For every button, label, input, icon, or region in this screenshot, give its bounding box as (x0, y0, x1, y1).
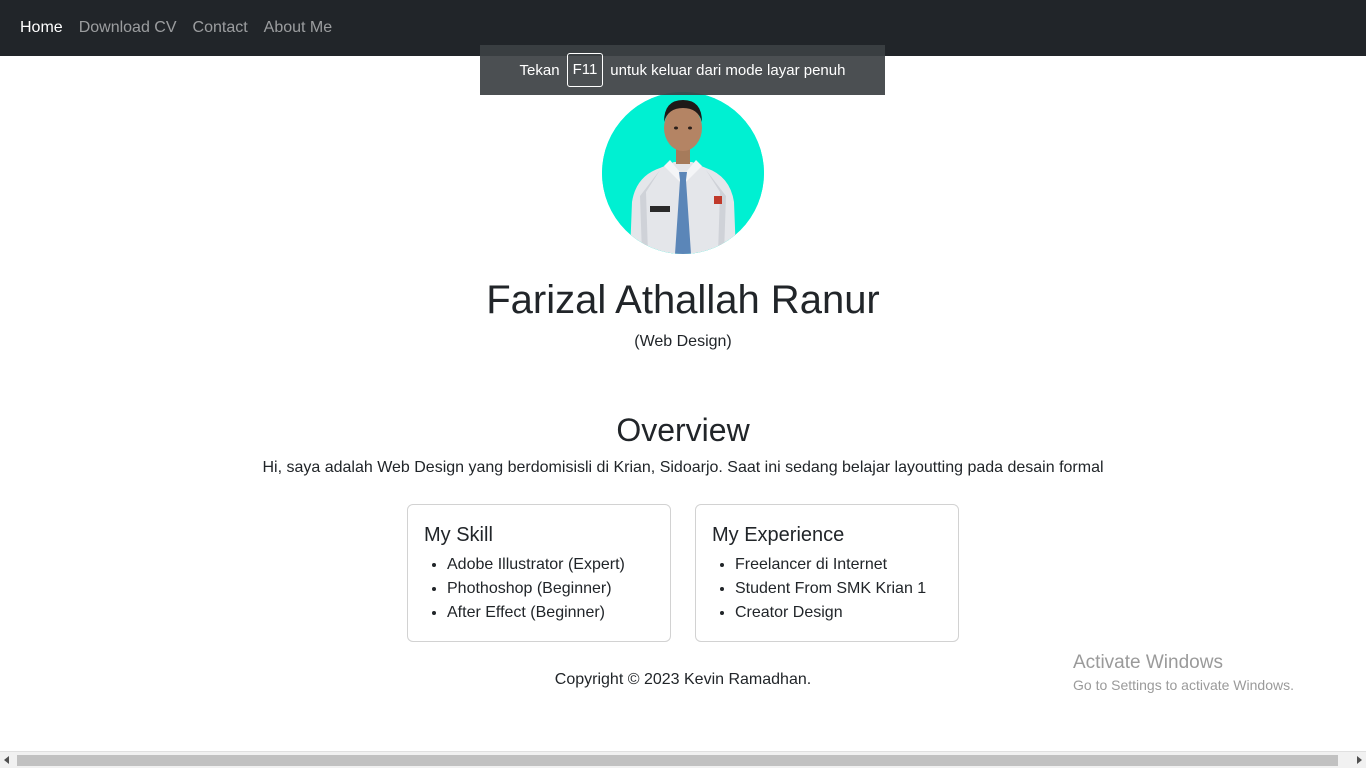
nav-download-cv-link[interactable]: Download CV (79, 19, 177, 37)
experience-card: My Experience Freelancer di Internet Stu… (695, 504, 959, 642)
activate-windows-watermark: Activate Windows Go to Settings to activ… (1073, 651, 1294, 695)
nav-contact-link[interactable]: Contact (193, 19, 248, 37)
experience-list: Freelancer di Internet Student From SMK … (712, 553, 942, 625)
profile-role: (Web Design) (634, 333, 732, 350)
horizontal-scrollbar[interactable] (0, 751, 1366, 768)
skills-list: Adobe Illustrator (Expert) Phothoshop (B… (424, 553, 654, 625)
experience-title: My Experience (712, 524, 845, 546)
experience-item: Creator Design (735, 601, 942, 625)
fullscreen-notice-suffix: untuk keluar dari mode layar penuh (610, 61, 846, 79)
f11-key: F11 (566, 53, 604, 87)
scroll-right-arrow-icon[interactable] (1357, 756, 1362, 764)
nav-about-me-link[interactable]: About Me (264, 19, 332, 37)
nav-home-link[interactable]: Home (20, 19, 63, 37)
profile-name: Farizal Athallah Ranur (486, 278, 880, 322)
fullscreen-notice-prefix: Tekan (519, 61, 560, 79)
profile-avatar (602, 92, 764, 254)
experience-item: Student From SMK Krian 1 (735, 577, 942, 601)
skills-title: My Skill (424, 524, 493, 546)
skills-card: My Skill Adobe Illustrator (Expert) Phot… (407, 504, 671, 642)
scroll-left-arrow-icon[interactable] (4, 756, 9, 764)
scrollbar-thumb[interactable] (17, 755, 1338, 766)
fullscreen-exit-notice: Tekan F11 untuk keluar dari mode layar p… (480, 45, 885, 95)
person-photo-icon (602, 92, 764, 254)
skill-item: After Effect (Beginner) (447, 601, 654, 625)
skill-item: Phothoshop (Beginner) (447, 577, 654, 601)
activate-windows-subtitle: Go to Settings to activate Windows. (1073, 677, 1294, 693)
overview-heading: Overview (616, 412, 750, 448)
experience-item: Freelancer di Internet (735, 553, 942, 577)
activate-windows-title: Activate Windows (1073, 652, 1223, 673)
overview-text: Hi, saya adalah Web Design yang berdomis… (262, 459, 1104, 476)
skill-item: Adobe Illustrator (Expert) (447, 553, 654, 577)
